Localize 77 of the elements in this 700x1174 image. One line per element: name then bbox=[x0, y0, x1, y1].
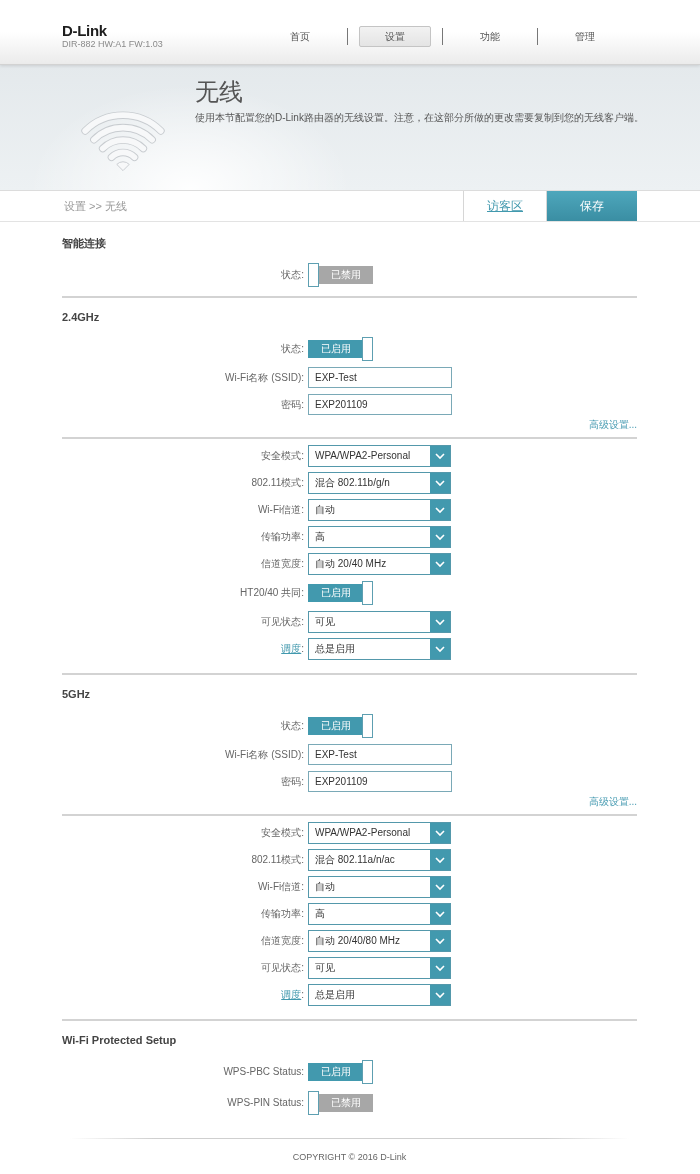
chevron-down-icon[interactable] bbox=[430, 930, 450, 951]
section-title: 智能连接 bbox=[62, 236, 107, 250]
toggle-knob[interactable] bbox=[308, 262, 319, 287]
field-label: 信道宽度: bbox=[261, 934, 304, 947]
dropdown-select[interactable]: 高 bbox=[308, 525, 451, 548]
field-label: 802.11模式: bbox=[251, 476, 304, 489]
chevron-down-icon[interactable] bbox=[430, 903, 450, 924]
chevron-down-icon[interactable] bbox=[430, 638, 450, 659]
field-label: 状态: bbox=[281, 268, 304, 281]
field-label: 状态: bbox=[281, 342, 304, 355]
breadcrumb-text: 设置 >> 无线 bbox=[64, 198, 127, 214]
field-label: WPS-PBC Status: bbox=[223, 1065, 304, 1078]
dropdown-select[interactable]: 自动 20/40/80 MHz bbox=[308, 929, 451, 952]
dropdown-select[interactable]: 混合 802.11b/g/n bbox=[308, 471, 451, 494]
dropdown-select[interactable]: 可见 bbox=[308, 956, 451, 979]
field-label: Wi-Fi名称 (SSID): bbox=[225, 748, 304, 761]
dropdown-select[interactable]: 总是启用 bbox=[308, 637, 451, 660]
chevron-down-icon[interactable] bbox=[430, 553, 450, 574]
field-label: WPS-PIN Status: bbox=[227, 1096, 304, 1109]
dropdown-select[interactable]: 高 bbox=[308, 902, 451, 925]
nav-tab[interactable]: 功能 bbox=[454, 26, 526, 47]
field-label: 可见状态: bbox=[261, 961, 304, 974]
section-title: 2.4GHz bbox=[62, 310, 101, 324]
chevron-down-icon[interactable] bbox=[430, 472, 450, 493]
dropdown-select[interactable]: 自动 bbox=[308, 498, 451, 521]
chevron-down-icon[interactable] bbox=[430, 849, 450, 870]
toggle-knob[interactable] bbox=[308, 1090, 319, 1115]
field-label: 调度: bbox=[281, 642, 304, 655]
dropdown-select[interactable]: 可见 bbox=[308, 610, 451, 633]
text-input[interactable]: EXP201109 bbox=[308, 771, 452, 792]
toggle-knob[interactable] bbox=[362, 713, 373, 738]
chevron-down-icon[interactable] bbox=[430, 499, 450, 520]
field-label: 调度: bbox=[281, 988, 304, 1001]
page-title: 无线 bbox=[195, 78, 243, 106]
field-label: 传输功率: bbox=[261, 530, 304, 543]
field-label: Wi-Fi信道: bbox=[257, 503, 304, 516]
field-label: 802.11模式: bbox=[251, 853, 304, 866]
field-label: 可见状态: bbox=[261, 615, 304, 628]
chevron-down-icon[interactable] bbox=[430, 822, 450, 843]
copyright-text: COPYRIGHT © 2016 D-Link bbox=[291, 1151, 408, 1163]
dropdown-select[interactable]: WPA/WPA2-Personal bbox=[308, 821, 451, 844]
field-label: 安全模式: bbox=[261, 449, 304, 462]
section-title: 5GHz bbox=[62, 687, 92, 701]
chevron-down-icon[interactable] bbox=[430, 876, 450, 897]
chevron-down-icon[interactable] bbox=[430, 957, 450, 978]
field-label: 信道宽度: bbox=[261, 557, 304, 570]
dropdown-select[interactable]: 混合 802.11a/n/ac bbox=[308, 848, 451, 871]
field-label: 安全模式: bbox=[261, 826, 304, 839]
field-label: 密码: bbox=[281, 775, 304, 788]
dropdown-select[interactable]: 总是启用 bbox=[308, 983, 451, 1006]
field-label: HT20/40 共同: bbox=[240, 586, 304, 599]
toggle-knob[interactable] bbox=[362, 336, 373, 361]
dropdown-select[interactable]: 自动 20/40 MHz bbox=[308, 552, 451, 575]
nav-tab[interactable]: 首页 bbox=[264, 26, 336, 47]
field-label: 密码: bbox=[281, 398, 304, 411]
toggle-knob[interactable] bbox=[362, 1059, 373, 1084]
page-description: 使用本节配置您的D-Link路由器的无线设置。注意，在这部分所做的更改需要复制到您的无线客户端。 bbox=[195, 112, 644, 124]
nav-tab[interactable]: 管理 bbox=[549, 26, 621, 47]
text-input[interactable]: EXP201109 bbox=[308, 394, 452, 415]
section-title: Wi-Fi Protected Setup bbox=[62, 1033, 178, 1047]
chevron-down-icon[interactable] bbox=[430, 611, 450, 632]
chevron-down-icon[interactable] bbox=[430, 526, 450, 547]
nav-tab[interactable]: 设置 bbox=[359, 26, 431, 47]
wifi-icon bbox=[80, 109, 166, 173]
field-label: Wi-Fi名称 (SSID): bbox=[225, 371, 304, 384]
toggle-knob[interactable] bbox=[362, 580, 373, 605]
chevron-down-icon[interactable] bbox=[430, 984, 450, 1005]
model-info-text: DIR-882 HW:A1 FW:1.03 bbox=[62, 39, 163, 50]
chevron-down-icon[interactable] bbox=[430, 445, 450, 466]
field-label: 传输功率: bbox=[261, 907, 304, 920]
text-input[interactable]: EXP-Test bbox=[308, 744, 452, 765]
brand-logo: D-Link bbox=[62, 23, 107, 38]
dropdown-select[interactable]: 自动 bbox=[308, 875, 451, 898]
field-label: 状态: bbox=[281, 719, 304, 732]
text-input[interactable]: EXP-Test bbox=[308, 367, 452, 388]
dropdown-select[interactable]: WPA/WPA2-Personal bbox=[308, 444, 451, 467]
field-label: Wi-Fi信道: bbox=[257, 880, 304, 893]
